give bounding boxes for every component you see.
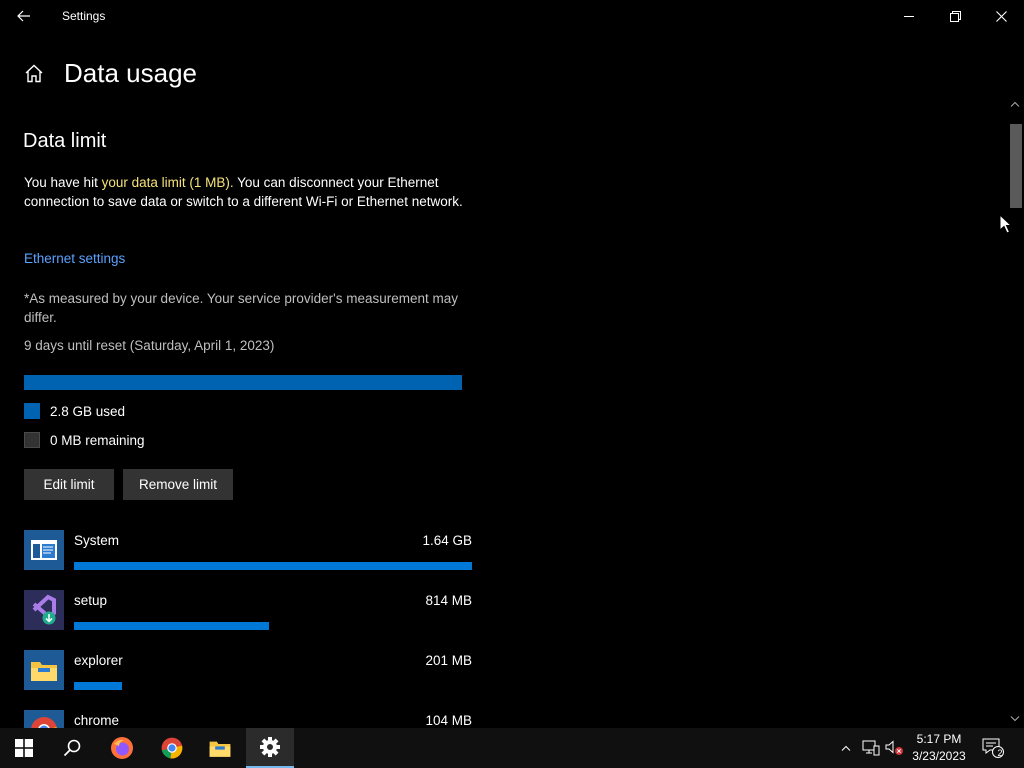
ethernet-settings-link[interactable]: Ethernet settings (24, 251, 125, 266)
legend-remaining: 0 MB remaining (24, 432, 145, 448)
scrollbar[interactable] (1006, 96, 1024, 728)
windows-logo-icon (15, 739, 33, 757)
used-label: 2.8 GB used (50, 403, 126, 419)
window-title: Settings (62, 9, 106, 23)
home-button[interactable] (20, 59, 48, 87)
close-button[interactable] (978, 0, 1024, 32)
app-name: explorer (74, 653, 123, 668)
chevron-up-icon (841, 745, 851, 751)
system-icon (24, 530, 64, 570)
start-button[interactable] (0, 728, 48, 768)
app-list-clip: chrome 104 MB (0, 706, 1000, 728)
back-button[interactable] (8, 4, 40, 28)
app-size: 1.64 GB (422, 533, 472, 548)
remaining-label: 0 MB remaining (50, 432, 145, 448)
back-arrow-icon (17, 10, 30, 22)
home-icon (25, 64, 43, 82)
volume-tray-button[interactable] (884, 728, 906, 768)
remove-limit-button[interactable]: Remove limit (123, 469, 233, 500)
action-center-button[interactable]: 2 (978, 728, 1008, 768)
data-usage-bar (24, 375, 462, 390)
minimize-icon (904, 16, 914, 17)
restore-icon (949, 10, 961, 22)
app-size: 814 MB (425, 593, 472, 608)
data-usage-fill (24, 375, 462, 390)
taskbar-clock[interactable]: 5:17 PM 3/23/2023 (906, 731, 972, 765)
firefox-icon (111, 737, 133, 759)
chrome-icon (161, 737, 183, 759)
clock-time: 5:17 PM (916, 732, 962, 746)
notification-count-badge: 2 (997, 748, 1003, 758)
app-usage-bar (74, 562, 472, 570)
used-swatch (24, 403, 40, 419)
taskbar-settings[interactable] (246, 728, 294, 768)
scroll-up-icon[interactable] (1010, 99, 1020, 109)
mouse-cursor-icon (999, 213, 1013, 239)
measurement-note: *As measured by your device. Your servic… (24, 291, 459, 325)
app-row-explorer[interactable]: explorer 201 MB (24, 650, 472, 696)
taskbar-firefox[interactable] (98, 728, 146, 768)
app-usage-bar (74, 682, 122, 690)
page-title: Data usage (64, 57, 197, 88)
page-header: Data usage (20, 56, 197, 90)
data-limit-message: You have hit your data limit (1 MB). You… (24, 174, 474, 211)
app-name: chrome (74, 713, 120, 728)
taskbar-chrome[interactable] (148, 728, 196, 768)
gear-icon (260, 737, 280, 757)
chrome-icon (24, 710, 64, 728)
network-tray-button[interactable] (860, 728, 882, 768)
show-hidden-icons-button[interactable] (836, 728, 856, 768)
visual-studio-installer-icon (24, 590, 64, 630)
network-icon (862, 740, 880, 756)
folder-icon (209, 741, 231, 757)
file-explorer-icon (24, 650, 64, 690)
message-prefix: You have hit (24, 175, 102, 190)
scrollbar-thumb[interactable] (1010, 124, 1022, 208)
taskbar-file-explorer[interactable] (196, 728, 244, 768)
reset-info: 9 days until reset (Saturday, April 1, 2… (24, 338, 275, 353)
app-size: 201 MB (425, 653, 472, 668)
scroll-down-icon[interactable] (1010, 714, 1020, 724)
restore-button[interactable] (932, 0, 978, 32)
volume-muted-icon (885, 740, 903, 755)
close-icon (995, 10, 1007, 22)
app-row-system[interactable]: System 1.64 GB (24, 530, 472, 576)
app-name: System (74, 533, 120, 548)
taskbar: 5:17 PM 3/23/2023 2 (0, 728, 1024, 768)
edit-limit-button[interactable]: Edit limit (24, 469, 114, 500)
minimize-button[interactable] (886, 0, 932, 32)
section-title-data-limit: Data limit (23, 130, 107, 152)
app-row-setup[interactable]: setup 814 MB (24, 590, 472, 636)
search-icon (63, 739, 81, 757)
app-name: setup (74, 593, 108, 608)
legend-used: 2.8 GB used (24, 403, 125, 419)
clock-date: 3/23/2023 (912, 749, 966, 763)
search-button[interactable] (48, 728, 96, 768)
app-size: 104 MB (425, 713, 472, 728)
message-highlight: your data limit (1 MB). (101, 175, 234, 190)
remaining-swatch (24, 432, 40, 448)
title-bar: Settings (0, 0, 1024, 32)
app-row-chrome[interactable]: chrome 104 MB (24, 710, 472, 728)
app-usage-bar (74, 622, 269, 630)
